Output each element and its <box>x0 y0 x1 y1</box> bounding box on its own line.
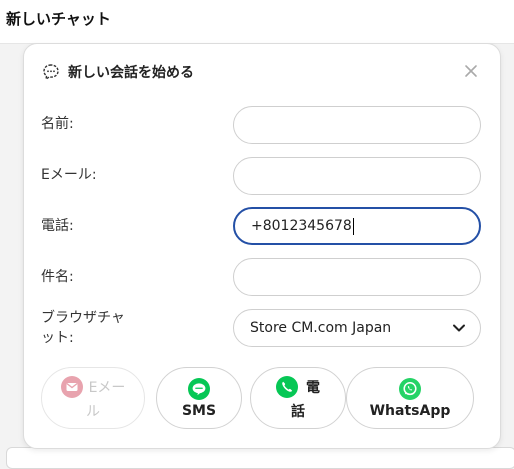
browser-chat-select[interactable]: Store CM.com Japan <box>233 309 481 347</box>
email-label: Eメール: <box>41 167 97 183</box>
browser-chat-label-line2: ット: <box>41 330 74 346</box>
chevron-down-icon <box>453 324 465 332</box>
subject-label: 件名: <box>41 269 74 285</box>
email-channel-label-line1: Eメー <box>88 379 126 396</box>
sms-channel-label: SMS <box>181 402 217 419</box>
subject-input[interactable] <box>233 258 481 296</box>
name-label: 名前: <box>41 116 74 132</box>
text-caret <box>352 217 354 235</box>
phone-label: 電話: <box>41 218 74 234</box>
new-conversation-dialog: 新しい会話を始める 名前: Eメール: 電話: +8012345678 件名: … <box>23 43 501 449</box>
email-channel-row: Eメー <box>60 375 126 398</box>
dialog-title: 新しい会話を始める <box>68 65 194 81</box>
whatsapp-channel-button[interactable]: WhatsApp <box>346 367 474 429</box>
browser-chat-label-line1: ブラウザチャ <box>41 310 125 326</box>
dialog-header: 新しい会話を始める <box>42 62 194 82</box>
phone-channel-label-line1: 電 <box>306 379 320 396</box>
phone-icon <box>276 375 298 398</box>
email-icon <box>60 375 83 398</box>
chat-bubble-icon <box>43 64 59 81</box>
phone-channel-label-line2: 話 <box>291 403 305 420</box>
whatsapp-icon <box>399 377 421 400</box>
email-channel-button: Eメー ル <box>41 367 145 429</box>
browser-chat-label: ブラウザチャ ット: <box>41 308 125 348</box>
page-title: 新しいチャット <box>6 10 111 28</box>
phone-input-value: +8012345678 <box>251 218 352 234</box>
phone-input[interactable]: +8012345678 <box>233 207 481 245</box>
email-input[interactable] <box>233 157 481 195</box>
close-icon[interactable] <box>464 64 478 78</box>
email-channel-label-line2: ル <box>86 403 100 420</box>
phone-channel-button[interactable]: 電 話 <box>250 367 346 429</box>
whatsapp-channel-label: WhatsApp <box>369 402 451 419</box>
top-bar: 新しいチャット <box>0 0 514 44</box>
browser-chat-selected-value: Store CM.com Japan <box>250 320 392 336</box>
background-panel <box>6 447 514 469</box>
line-chat-icon <box>188 377 210 400</box>
name-input[interactable] <box>233 106 481 144</box>
phone-channel-row: 電 <box>276 375 320 398</box>
sms-channel-button[interactable]: SMS <box>156 367 242 429</box>
